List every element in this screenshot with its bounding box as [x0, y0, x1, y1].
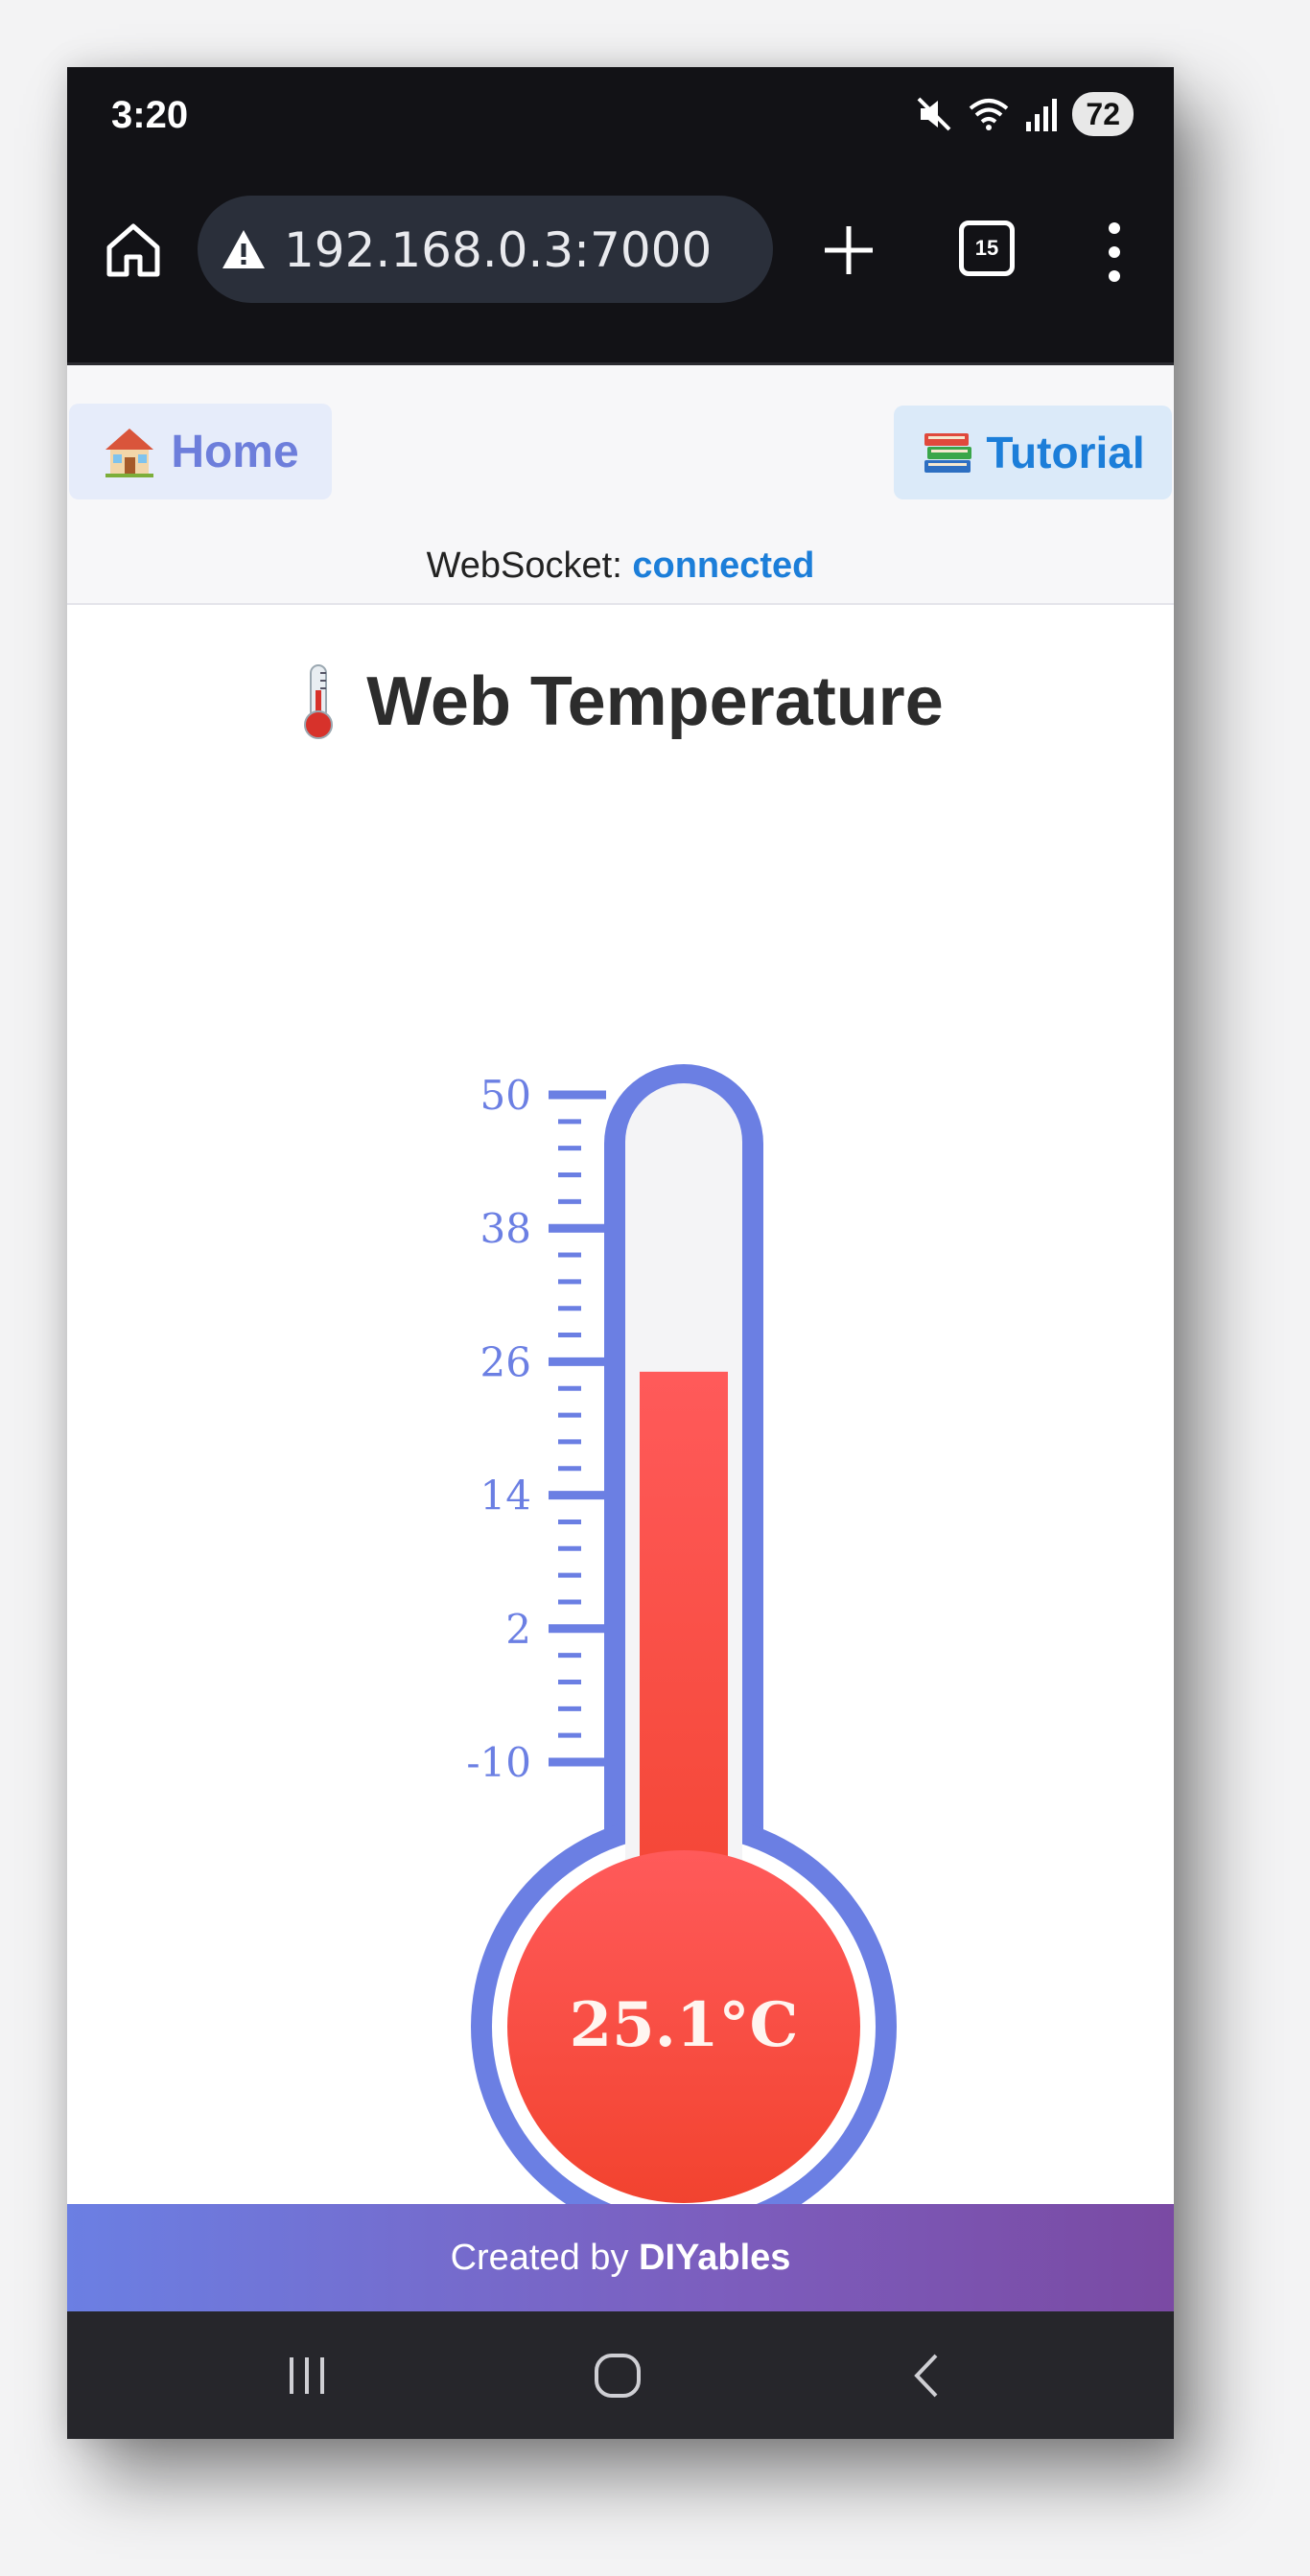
status-time: 3:20 [111, 94, 189, 136]
address-bar[interactable]: 192.168.0.3:7000 [198, 196, 773, 303]
tick-label: 14 [480, 1473, 531, 1520]
status-icons: 72 [915, 90, 1134, 138]
system-nav-bar [67, 2311, 1174, 2439]
tutorial-button[interactable]: Tutorial [894, 406, 1172, 499]
tab-switcher-button[interactable]: 15 [959, 220, 1015, 276]
battery-badge: 72 [1072, 92, 1134, 136]
new-tab-icon[interactable] [815, 217, 882, 284]
url-text[interactable]: 192.168.0.3:7000 [284, 222, 712, 278]
tick-label: 50 [480, 1072, 531, 1119]
books-icon [924, 433, 972, 473]
websocket-status: connected [632, 545, 815, 586]
browser-home-icon[interactable] [102, 219, 165, 282]
warning-icon[interactable] [221, 226, 267, 272]
phone-screen: 3:20 72 192.168.0.3:7000 15 Home Tutoria… [67, 67, 1174, 2439]
home-gesture-icon[interactable] [591, 2350, 644, 2402]
page-title: Web Temperature [67, 654, 1174, 750]
tick-label: 38 [480, 1205, 531, 1252]
tick-label: 2 [505, 1606, 531, 1653]
recent-apps-icon[interactable] [284, 2352, 330, 2400]
home-button[interactable]: Home [69, 404, 332, 499]
footer-prefix: Created by [450, 2238, 629, 2278]
tick-label: -10 [466, 1739, 531, 1786]
thermometer-icon [304, 664, 334, 739]
mute-icon [917, 97, 951, 131]
footer: Created by DIYables [67, 2204, 1174, 2311]
tutorial-button-label: Tutorial [986, 428, 1145, 477]
more-menu-icon[interactable] [1103, 219, 1126, 286]
tick-label: 26 [480, 1338, 531, 1385]
wifi-icon [970, 99, 1009, 130]
status-bar: 3:20 72 [67, 67, 1174, 163]
websocket-label: WebSocket: [426, 545, 622, 586]
footer-brand[interactable]: DIYables [639, 2238, 790, 2278]
websocket-status-bar: WebSocket: connected [67, 528, 1174, 605]
thermometer-gauge: 50 38 26 14 2 -10 25.1°C [466, 1064, 897, 2239]
signal-icon [1026, 99, 1058, 131]
back-icon[interactable] [907, 2350, 946, 2402]
page-title-text: Web Temperature [366, 663, 944, 740]
app-nav: Home Tutorial [67, 365, 1174, 530]
thermometer-ticks: 50 38 26 14 2 -10 [466, 1072, 606, 1786]
browser-toolbar: 192.168.0.3:7000 15 [67, 163, 1174, 365]
temperature-readout: 25.1°C [570, 1989, 799, 2061]
house-icon [105, 429, 154, 477]
home-button-label: Home [171, 426, 299, 477]
